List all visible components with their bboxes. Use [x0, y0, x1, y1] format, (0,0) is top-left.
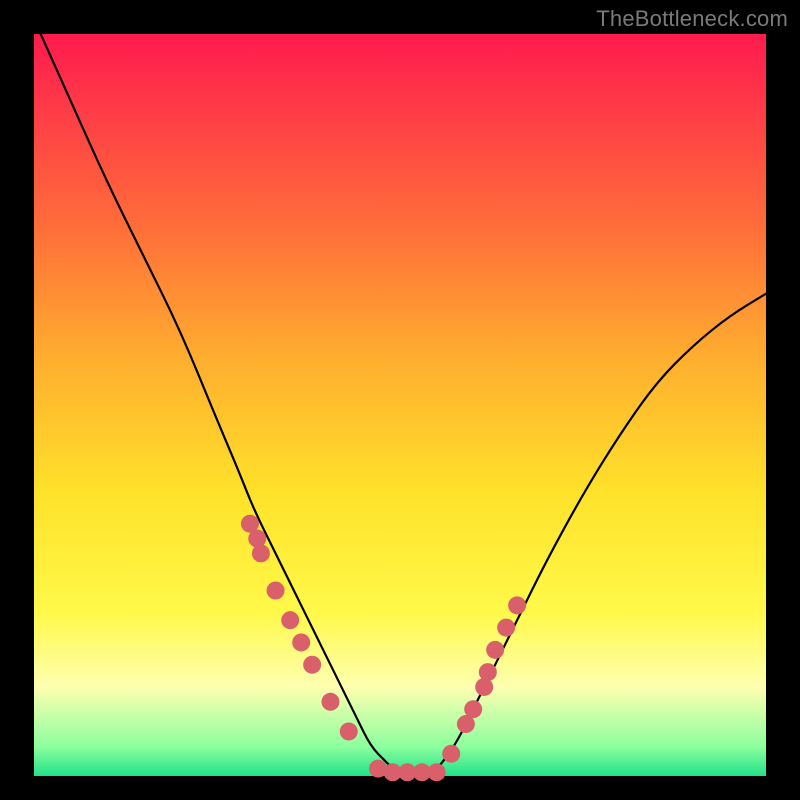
data-marker [281, 611, 299, 629]
data-marker [321, 693, 339, 711]
data-marker [252, 544, 270, 562]
data-marker [267, 582, 285, 600]
data-marker [340, 722, 358, 740]
data-marker [497, 619, 515, 637]
data-marker [486, 641, 504, 659]
data-marker [464, 700, 482, 718]
watermark-text: TheBottleneck.com [596, 6, 788, 32]
data-marker [479, 663, 497, 681]
plot-area [34, 34, 766, 776]
data-marker [292, 633, 310, 651]
data-marker [508, 596, 526, 614]
data-marker [303, 656, 321, 674]
data-markers [241, 515, 526, 782]
curve-layer [34, 34, 766, 776]
bottleneck-curve [34, 19, 766, 776]
data-marker [442, 745, 460, 763]
chart-frame: TheBottleneck.com [0, 0, 800, 800]
data-marker [428, 763, 446, 781]
